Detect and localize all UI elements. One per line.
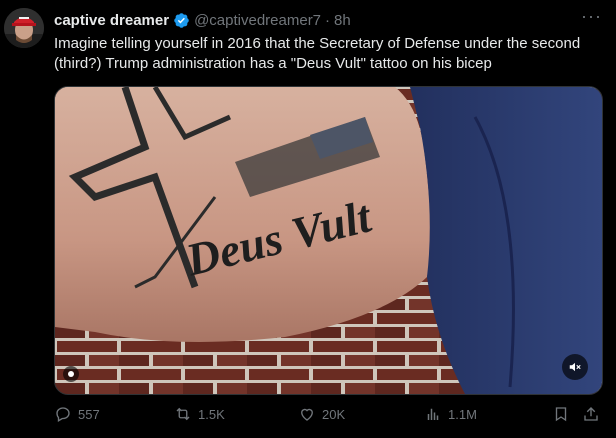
views-chart-icon — [427, 408, 439, 420]
avatar[interactable] — [4, 8, 44, 48]
author-name[interactable]: captive dreamer — [54, 12, 169, 29]
tweet-video[interactable]: Deus Vult — [54, 86, 603, 395]
tweet-header: captive dreamer @captivedreamer7 · 8h — [54, 10, 351, 30]
speaker-muted-icon — [569, 362, 581, 372]
tweet-text: Imagine telling yourself in 2016 that th… — [54, 35, 581, 72]
separator-dot: · — [325, 11, 331, 29]
timestamp[interactable]: 8h — [334, 12, 351, 29]
views-count: 1.1M — [448, 406, 477, 422]
reply-icon — [56, 407, 70, 422]
heart-icon — [301, 408, 313, 421]
share-icon — [584, 407, 598, 421]
bookmark-icon — [555, 407, 567, 422]
verified-badge-icon — [173, 12, 190, 29]
like-count: 20K — [322, 406, 346, 422]
more-options-button[interactable]: ··· — [581, 6, 602, 27]
avatar-image — [4, 8, 44, 48]
like-button[interactable]: 20K — [298, 405, 345, 423]
video-frame-image: Deus Vult — [55, 87, 602, 394]
views-button[interactable]: 1.1M — [424, 405, 477, 423]
bookmark-button[interactable] — [552, 405, 576, 423]
reply-count: 557 — [78, 406, 100, 422]
reply-button[interactable]: 557 — [54, 405, 100, 423]
repost-icon — [176, 407, 190, 421]
repost-button[interactable]: 1.5K — [174, 405, 225, 423]
mute-toggle-button[interactable] — [562, 354, 588, 380]
author-handle[interactable]: @captivedreamer7 — [194, 12, 321, 29]
tweet-actions: 557 1.5K 20K 1.1M — [54, 405, 604, 427]
video-info-icon[interactable] — [63, 366, 79, 382]
share-button[interactable] — [582, 405, 606, 423]
repost-count: 1.5K — [198, 406, 225, 422]
